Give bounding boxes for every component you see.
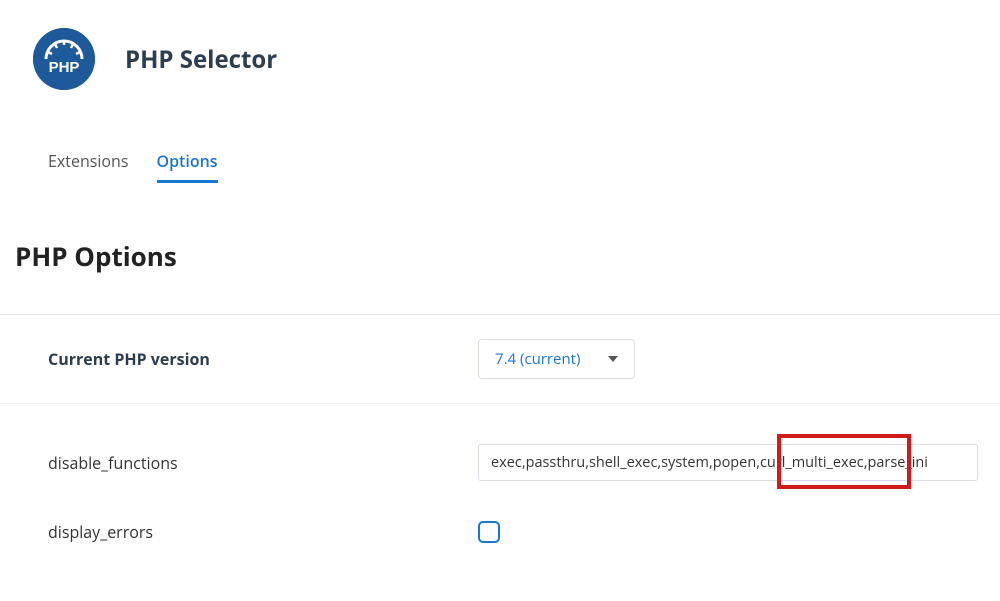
section-title: PHP Options [0, 183, 1000, 274]
version-row: Current PHP version 7.4 (current) [0, 315, 1000, 403]
display-errors-checkbox[interactable] [478, 521, 500, 543]
page-header: PHP PHP Selector [0, 0, 1000, 90]
svg-text:PHP: PHP [49, 59, 80, 76]
chevron-down-icon [608, 356, 618, 362]
disable-functions-label: disable_functions [48, 452, 478, 474]
tab-extensions[interactable]: Extensions [48, 150, 129, 183]
tab-bar: Extensions Options [0, 90, 1000, 183]
tab-options[interactable]: Options [157, 150, 218, 183]
php-version-select[interactable]: 7.4 (current) [478, 339, 635, 379]
version-label: Current PHP version [48, 348, 478, 370]
disable-functions-input[interactable] [478, 444, 978, 481]
display-errors-row: display_errors [0, 511, 1000, 567]
disable-functions-row: disable_functions [0, 404, 1000, 511]
display-errors-label: display_errors [48, 521, 478, 543]
page-title: PHP Selector [125, 43, 277, 76]
php-gauge-icon: PHP [33, 28, 95, 90]
version-select-value: 7.4 (current) [495, 349, 580, 369]
